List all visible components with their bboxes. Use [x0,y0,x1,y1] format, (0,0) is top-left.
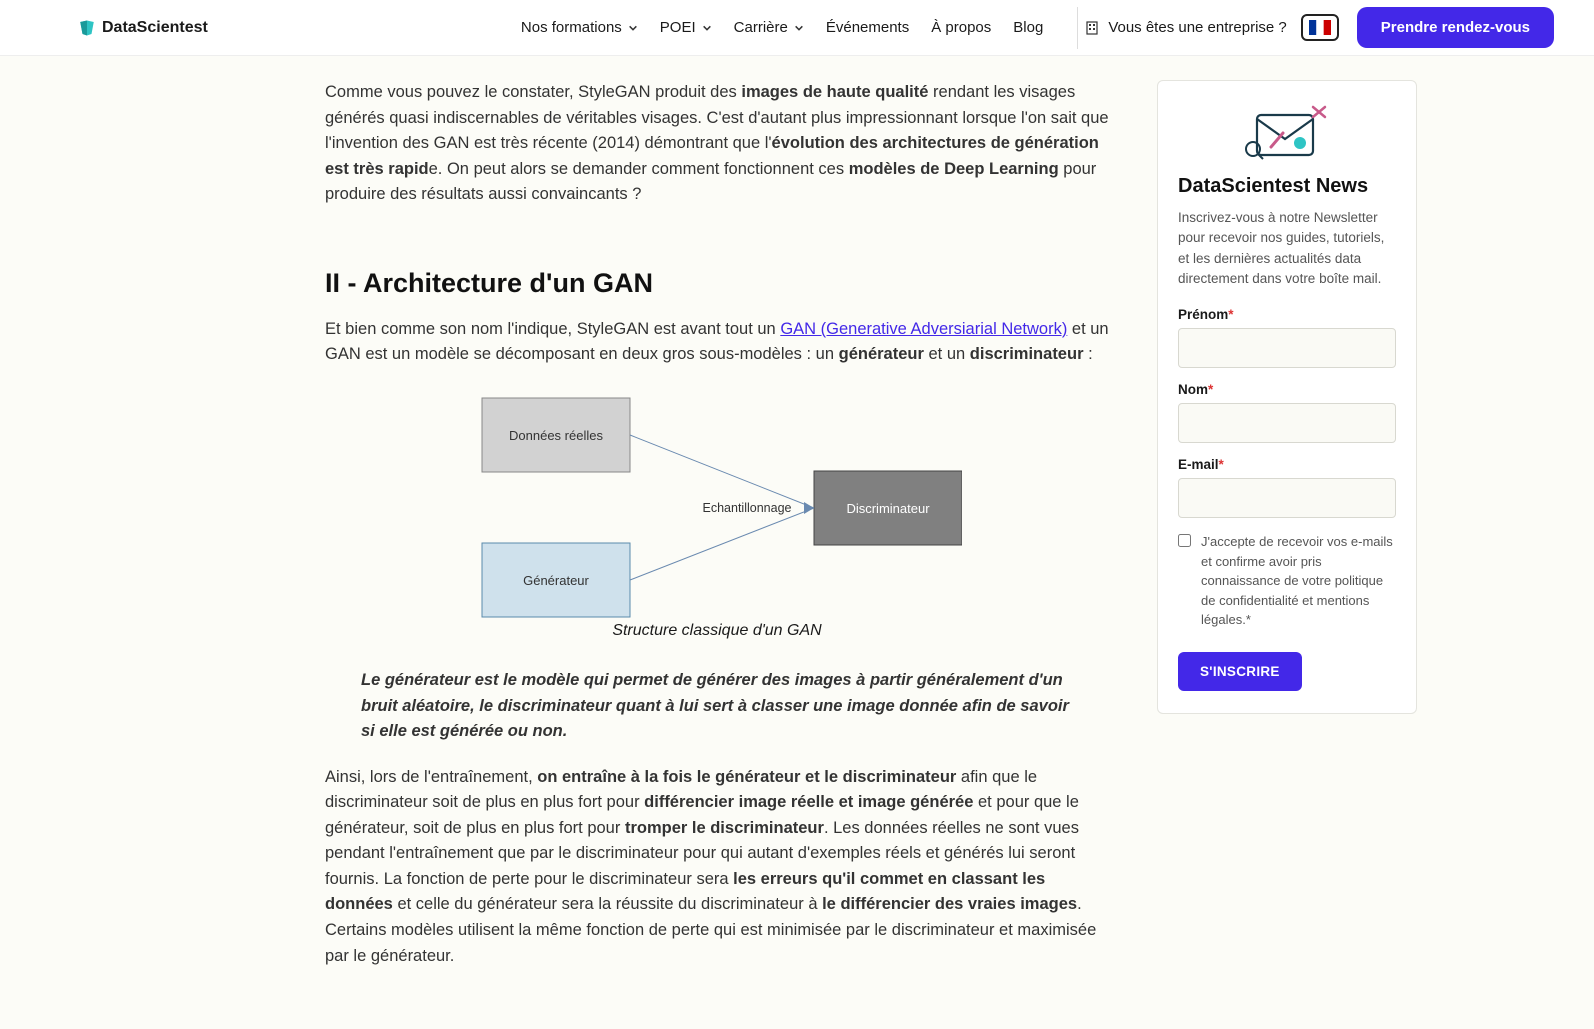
nav-blog[interactable]: Blog [1013,19,1043,36]
nav-label: Carrière [734,19,788,36]
paragraph-training: Ainsi, lors de l'entraînement, on entraî… [325,765,1109,970]
logo-icon [78,19,96,37]
form-group-firstname: Prénom* [1178,307,1396,368]
firstname-input[interactable] [1178,328,1396,368]
nav-label: Événements [826,19,909,36]
diagram-edge-label: Echantillonnage [703,501,792,515]
nav-evenements[interactable]: Événements [826,19,909,36]
blockquote: Le générateur est le modèle qui permet d… [325,668,1109,745]
lastname-input[interactable] [1178,403,1396,443]
newsletter-title: DataScientest News [1178,175,1396,198]
nav-poei[interactable]: POEI [660,19,712,36]
consent-row: J'accepte de recevoir vos e-mails et con… [1178,532,1396,630]
nav-apropos[interactable]: À propos [931,19,991,36]
nav-label: Blog [1013,19,1043,36]
chevron-down-icon [628,23,638,33]
newsletter-icon [1243,103,1331,163]
gan-diagram: Données réelles Générateur Discriminateu… [472,388,962,618]
nav-label: POEI [660,19,696,36]
gan-link[interactable]: GAN (Generative Adversiarial Network) [780,320,1067,338]
email-label: E-mail* [1178,457,1396,472]
consent-checkbox[interactable] [1178,534,1191,547]
nav-label: À propos [931,19,991,36]
firstname-label: Prénom* [1178,307,1396,322]
diagram-box-real: Données réelles [509,428,603,443]
diagram-caption: Structure classique d'un GAN [325,622,1109,640]
consent-text: J'accepte de recevoir vos e-mails et con… [1201,532,1396,630]
brand-name: DataScientest [102,19,208,37]
cta-rendezvous-button[interactable]: Prendre rendez-vous [1357,7,1554,48]
form-group-email: E-mail* [1178,457,1396,518]
chevron-down-icon [702,23,712,33]
language-selector[interactable] [1301,14,1339,41]
flag-fr-icon [1309,20,1331,35]
main-nav: Nos formations POEI Carrière Événements … [521,19,1043,36]
section-heading: II - Architecture d'un GAN [325,268,1109,299]
lastname-label: Nom* [1178,382,1396,397]
site-header: DataScientest Nos formations POEI Carriè… [0,0,1594,56]
newsletter-submit-button[interactable]: S'INSCRIRE [1178,652,1302,691]
newsletter-sidebar: DataScientest News Inscrivez-vous à notr… [1157,80,1417,714]
diagram-box-discriminator: Discriminateur [846,501,930,516]
brand-logo[interactable]: DataScientest [78,19,208,37]
diagram-box-generator: Générateur [523,573,589,588]
article-content: Comme vous pouvez le constater, StyleGAN… [325,80,1109,989]
nav-carriere[interactable]: Carrière [734,19,804,36]
enterprise-label: Vous êtes une entreprise ? [1108,19,1286,36]
newsletter-desc: Inscrivez-vous à notre Newsletter pour r… [1178,208,1396,289]
nav-divider [1077,7,1078,49]
email-input[interactable] [1178,478,1396,518]
paragraph-gan-intro: Et bien comme son nom l'indique, StyleGA… [325,317,1109,368]
form-group-lastname: Nom* [1178,382,1396,443]
chevron-down-icon [794,23,804,33]
enterprise-link[interactable]: Vous êtes une entreprise ? [1084,19,1286,36]
nav-label: Nos formations [521,19,622,36]
nav-formations[interactable]: Nos formations [521,19,638,36]
paragraph-intro: Comme vous pouvez le constater, StyleGAN… [325,80,1109,208]
building-icon [1084,20,1100,36]
